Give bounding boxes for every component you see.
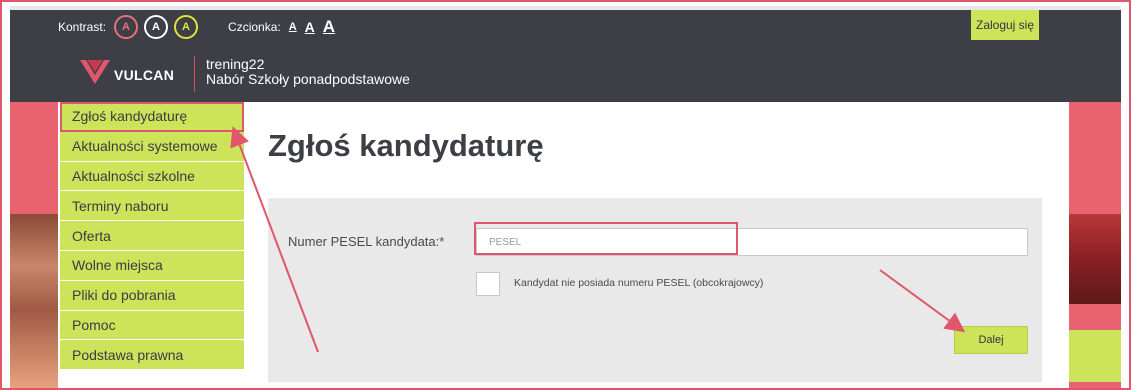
institution-name: trening22 Nabór Szkoły ponadpodstawowe <box>206 57 410 87</box>
contrast-yellow-button[interactable]: A <box>174 15 199 39</box>
menu-item-oferta[interactable]: Oferta <box>60 221 244 251</box>
menu-item-pomoc[interactable]: Pomoc <box>60 310 244 341</box>
pesel-label: Numer PESEL kandydata:* <box>288 234 445 249</box>
font-small-button[interactable]: A <box>289 21 297 33</box>
menu-item-aktualnosci-szkolne[interactable]: Aktualności szkolne <box>60 161 244 192</box>
login-button[interactable]: Zaloguj się <box>971 10 1039 40</box>
right-background-photo <box>1069 214 1121 304</box>
page-title: Zgłoś kandydaturę <box>268 128 544 163</box>
right-green-block <box>1069 330 1121 382</box>
no-pesel-label: Kandydat nie posiada numeru PESEL (obcok… <box>514 277 764 289</box>
next-button[interactable]: Dalej <box>954 326 1028 354</box>
contrast-default-button[interactable]: A <box>114 15 139 39</box>
font-large-button[interactable]: A <box>323 17 335 37</box>
menu-item-terminy-naboru[interactable]: Terminy naboru <box>60 191 244 222</box>
left-background-photo <box>10 214 58 388</box>
institution-line-1: trening22 <box>206 56 265 72</box>
accessibility-toolbar: Kontrast: A A A Czcionka: A A A <box>58 14 343 40</box>
vulcan-logo[interactable]: VULCAN <box>78 58 174 91</box>
font-medium-button[interactable]: A <box>305 19 315 35</box>
menu-item-aktualnosci-systemowe[interactable]: Aktualności systemowe <box>60 131 244 162</box>
contrast-label: Kontrast: <box>58 20 107 34</box>
logo-divider <box>194 56 195 92</box>
main-menu: Zgłoś kandydaturę Aktualności systemowe … <box>60 102 244 371</box>
logo-text: VULCAN <box>114 66 175 83</box>
vulcan-logo-icon <box>78 58 112 91</box>
institution-line-2: Nabór Szkoły ponadpodstawowe <box>206 71 410 87</box>
no-pesel-checkbox[interactable] <box>476 272 500 296</box>
menu-item-podstawa-prawna[interactable]: Podstawa prawna <box>60 340 244 371</box>
menu-item-wolne-miejsca[interactable]: Wolne miejsca <box>60 250 244 281</box>
pesel-input[interactable]: PESEL <box>476 228 1028 256</box>
menu-item-pliki-do-pobrania[interactable]: Pliki do pobrania <box>60 280 244 311</box>
menu-item-zglos-kandydature[interactable]: Zgłoś kandydaturę <box>60 102 244 132</box>
font-label: Czcionka: <box>228 20 281 34</box>
contrast-dark-button[interactable]: A <box>144 15 169 39</box>
candidate-form-panel <box>268 198 1042 382</box>
